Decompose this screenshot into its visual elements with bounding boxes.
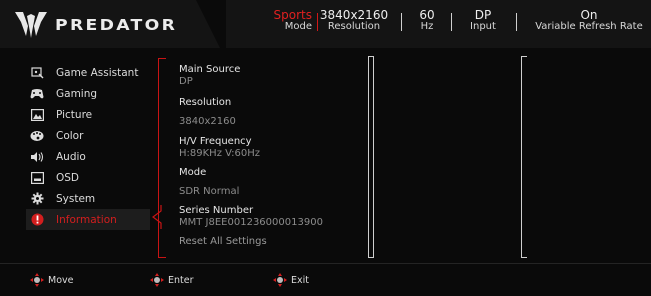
header-input: DP Input (460, 9, 506, 33)
resolution-value: 3840x2160 (319, 8, 389, 22)
menu-item-label: OSD (56, 171, 80, 184)
dpad-enter-icon (150, 273, 164, 287)
mode-label: Mode (284, 21, 312, 32)
predator-logo-icon (15, 12, 47, 38)
header-vrr: On Variable Refresh Rate (524, 9, 651, 33)
game-assistant-icon (30, 66, 44, 80)
menu-item-label: Game Assistant (56, 66, 139, 79)
menu-item-label: Audio (56, 150, 86, 163)
header-refresh: 60 Hz (410, 9, 444, 33)
header-separator (516, 13, 517, 31)
panel-bracket-left (521, 56, 527, 258)
vrr-value: On (580, 8, 598, 22)
brand-name: PREDATOR (55, 16, 178, 34)
series-number-label: Series Number (179, 205, 254, 216)
menu-item-label: Gaming (56, 87, 98, 100)
picture-icon (30, 108, 44, 122)
speaker-icon (30, 150, 44, 164)
information-panel: Main Source DP Resolution 3840x2160 H/V … (179, 64, 364, 248)
header-divider (196, 0, 226, 48)
vrr-label: Variable Refresh Rate (535, 21, 643, 32)
series-number-value: MMT J8EE001236000013900 (179, 217, 323, 228)
menu-item-color[interactable]: Color (26, 125, 150, 146)
osd-icon (30, 171, 44, 185)
menu-item-gaming[interactable]: Gaming (26, 83, 150, 104)
main-source-label: Main Source (179, 64, 241, 75)
dpad-move-icon (30, 273, 44, 287)
submenu-panel-3 (519, 56, 651, 258)
header-bar: PREDATOR Sports Mode 3840x2160 Resolutio… (0, 0, 651, 48)
mode-value: Sports (273, 8, 312, 22)
resolution-label: Resolution (327, 21, 381, 32)
panel-bracket-right (368, 56, 374, 258)
osd-window: PREDATOR Sports Mode 3840x2160 Resolutio… (0, 0, 651, 296)
footer-divider (0, 263, 651, 264)
menu-item-label: System (56, 192, 96, 205)
info-icon (30, 213, 44, 227)
mode-info-label: Mode (179, 167, 207, 178)
footer-enter-label: Enter (168, 274, 194, 286)
header-separator (451, 13, 452, 31)
footer-enter: Enter (150, 273, 194, 287)
menu-item-label: Information (56, 213, 117, 226)
main-menu: Game Assistant Gaming Picture Color Audi… (26, 62, 150, 230)
resolution-info-value: 3840x2160 (179, 116, 236, 127)
gear-icon (30, 192, 44, 206)
input-value: DP (474, 8, 492, 22)
reset-all-settings[interactable]: Reset All Settings (179, 236, 364, 248)
hv-frequency-value: H:89KHz V:60Hz (179, 148, 261, 159)
footer-move-label: Move (48, 274, 74, 286)
menu-item-label: Picture (56, 108, 93, 121)
palette-icon (30, 129, 44, 143)
menu-item-audio[interactable]: Audio (26, 146, 150, 167)
menu-item-picture[interactable]: Picture (26, 104, 150, 125)
resolution-info-label: Resolution (179, 97, 232, 108)
menu-item-label: Color (56, 129, 84, 142)
menu-item-osd[interactable]: OSD (26, 167, 150, 188)
hv-frequency-label: H/V Frequency (179, 136, 252, 147)
refresh-label: Hz (420, 21, 434, 32)
footer-exit-label: Exit (291, 274, 309, 286)
mode-info-value: SDR Normal (179, 186, 240, 197)
footer-exit: Exit (273, 273, 309, 287)
submenu-panel-2 (364, 56, 519, 258)
dpad-exit-icon (273, 273, 287, 287)
header-separator (401, 13, 402, 31)
input-label: Input (470, 21, 496, 32)
active-pointer-icon (152, 205, 162, 229)
footer-move: Move (30, 273, 73, 287)
menu-item-game-assistant[interactable]: Game Assistant (26, 62, 150, 83)
refresh-value: 60 (419, 8, 435, 22)
menu-item-information[interactable]: Information (26, 209, 150, 230)
main-source-value: DP (179, 76, 193, 87)
header-resolution: 3840x2160 Resolution (316, 9, 392, 33)
menu-item-system[interactable]: System (26, 188, 150, 209)
gamepad-icon (30, 87, 44, 101)
header-mode: Sports Mode (248, 9, 312, 33)
